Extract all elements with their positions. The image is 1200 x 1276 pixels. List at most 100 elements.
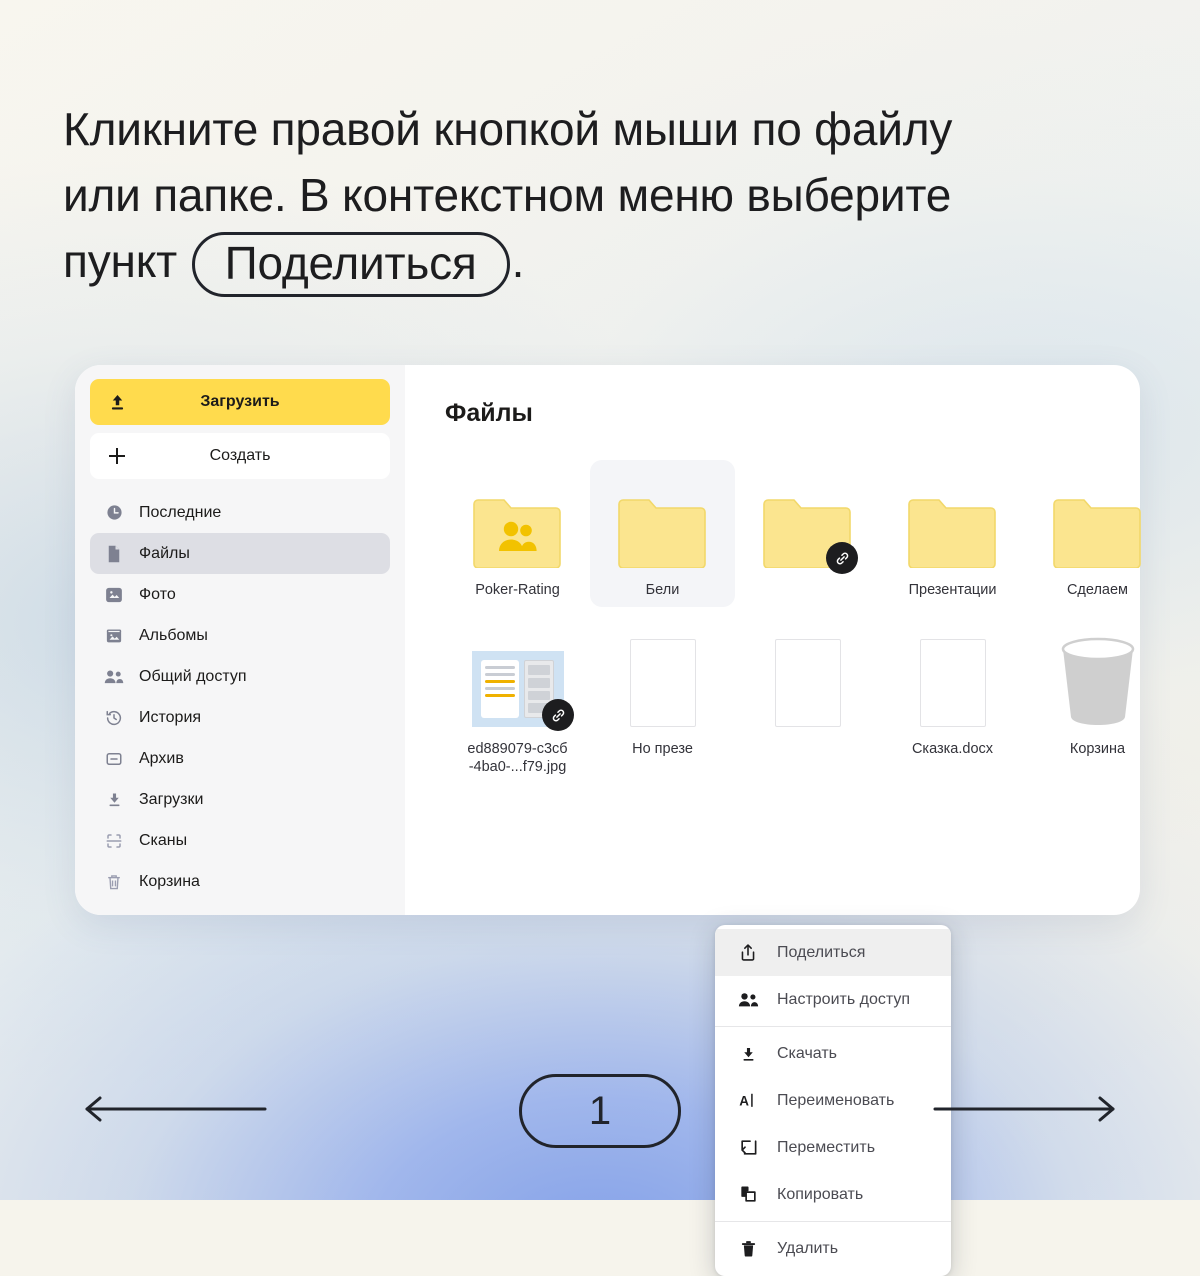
pagination: 1 — [0, 1074, 1200, 1148]
share-icon — [737, 943, 759, 962]
file-name — [735, 581, 880, 589]
upload-button[interactable]: Загрузить — [90, 379, 390, 425]
headline-line-3: пункт Поделиться. — [63, 228, 1063, 297]
sidebar-item-label: Общий доступ — [139, 667, 247, 685]
content-heading: Файлы — [445, 399, 533, 427]
headline-line-3-suffix: . — [511, 235, 525, 287]
sidebar-item-photos[interactable]: Фото — [90, 574, 390, 615]
sidebar-item-label: Фото — [139, 585, 176, 603]
file-icon — [102, 544, 126, 564]
file-name: Презентации — [908, 582, 997, 598]
sidebar-item-history[interactable]: История — [90, 697, 390, 738]
sidebar-item-label: Альбомы — [139, 626, 208, 644]
clock-icon — [102, 503, 126, 523]
sidebar-item-files[interactable]: Файлы — [90, 533, 390, 574]
history-icon — [102, 708, 126, 728]
document-file-tile[interactable] — [735, 619, 880, 784]
link-badge-icon — [542, 699, 574, 731]
context-menu-item-configure-access[interactable]: Настроить доступ — [715, 976, 951, 1023]
headline-line-2: или папке. В контекстном меню выберите — [63, 169, 952, 221]
folder-tile[interactable]: Бели — [590, 460, 735, 607]
document-icon — [735, 635, 880, 727]
sidebar-item-trash[interactable]: Корзина — [90, 861, 390, 902]
file-name — [735, 740, 880, 748]
sidebar-nav: Последние Файлы Фото Альбомы Общий досту… — [90, 492, 390, 902]
folder-tile[interactable]: Презентации — [880, 460, 1025, 607]
file-name: Бели — [645, 582, 680, 598]
context-menu-item-label: Скачать — [777, 1044, 837, 1062]
arrow-left-icon[interactable] — [83, 1094, 267, 1129]
file-name: Poker-Rating — [475, 582, 560, 598]
page-indicator: 1 — [519, 1074, 681, 1148]
sidebar-item-archive[interactable]: Архив — [90, 738, 390, 779]
headline-line-3-prefix: пункт — [63, 235, 190, 287]
document-file-tile[interactable]: Но презе — [590, 619, 735, 784]
trash-bin-icon — [1025, 635, 1170, 727]
trash-icon — [737, 1239, 759, 1258]
sidebar-item-recent[interactable]: Последние — [90, 492, 390, 533]
archive-icon — [102, 749, 126, 769]
people-icon — [737, 992, 759, 1008]
create-button[interactable]: Создать — [90, 433, 390, 479]
document-file-tile[interactable]: Сказка.docx — [880, 619, 1025, 784]
image-file-tile[interactable]: ed889079-c3cб -4ba0-...f79.jpg — [445, 619, 590, 784]
trash-icon — [102, 872, 126, 892]
context-menu-separator — [715, 1026, 951, 1027]
folder-tile[interactable] — [735, 460, 880, 607]
sidebar-item-label: Загрузки — [139, 790, 204, 808]
file-name: ed889079-c3cб -4ba0-...f79.jpg — [467, 741, 568, 775]
page-number: 1 — [588, 1088, 612, 1133]
context-menu-item-download[interactable]: Скачать — [715, 1030, 951, 1077]
copy-icon — [737, 1185, 759, 1204]
file-name: Но презе — [632, 741, 693, 757]
download-icon — [737, 1045, 759, 1063]
folder-icon — [590, 476, 735, 568]
context-menu-item-copy[interactable]: Копировать — [715, 1171, 951, 1218]
sidebar-item-scans[interactable]: Сканы — [90, 820, 390, 861]
image-thumbnail — [445, 635, 590, 731]
folder-shared-icon — [445, 476, 590, 568]
headline-line-1: Кликните правой кнопкой мыши по файлу — [63, 103, 953, 155]
sidebar-item-shared[interactable]: Общий доступ — [90, 656, 390, 697]
sidebar-item-label: Корзина — [139, 872, 200, 890]
sidebar-item-albums[interactable]: Альбомы — [90, 615, 390, 656]
sidebar-item-label: История — [139, 708, 202, 726]
folder-tile[interactable]: Poker-Rating — [445, 460, 590, 607]
folder-icon — [1025, 476, 1170, 568]
folder-icon — [880, 476, 1025, 568]
sidebar: Загрузить Создать Последние Файлы Фото А… — [75, 365, 405, 915]
sidebar-item-label: Файлы — [139, 544, 190, 562]
content-area: Файлы Poker-Rating Бели Презентации Сдел… — [405, 365, 1170, 915]
link-badge-icon — [826, 542, 858, 574]
arrow-right-icon[interactable] — [933, 1094, 1117, 1129]
app-window: Загрузить Создать Последние Файлы Фото А… — [75, 365, 1141, 1276]
file-grid-row-1: Poker-Rating Бели Презентации Сделаем — [445, 460, 1170, 607]
scan-icon — [102, 831, 126, 851]
context-menu-item-share[interactable]: Поделиться — [715, 929, 951, 976]
file-name: Сделаем — [1066, 582, 1129, 598]
albums-icon — [102, 626, 126, 646]
sidebar-item-downloads[interactable]: Загрузки — [90, 779, 390, 820]
context-menu-item-label: Поделиться — [777, 943, 866, 961]
context-menu-item-label: Копировать — [777, 1185, 864, 1203]
sidebar-item-label: Архив — [139, 749, 184, 767]
page-title: Кликните правой кнопкой мыши по файлу ил… — [63, 96, 1063, 297]
trash-tile[interactable]: Корзина — [1025, 619, 1170, 784]
context-menu-item-label: Настроить доступ — [777, 990, 911, 1008]
sidebar-item-label: Сканы — [139, 831, 188, 849]
file-name: Корзина — [1069, 741, 1126, 757]
document-icon — [590, 635, 735, 727]
context-menu-separator — [715, 1221, 951, 1222]
upload-icon — [104, 393, 130, 412]
upload-button-label: Загрузить — [200, 393, 280, 410]
context-menu-item-delete[interactable]: Удалить — [715, 1225, 951, 1272]
create-button-label: Создать — [209, 447, 271, 464]
document-icon — [880, 635, 1025, 727]
people-icon — [102, 667, 126, 687]
file-name: Сказка.docx — [911, 741, 994, 757]
download-icon — [102, 790, 126, 810]
share-highlight-pill: Поделиться — [191, 232, 510, 297]
photo-icon — [102, 585, 126, 605]
folder-tile[interactable]: Сделаем — [1025, 460, 1170, 607]
context-menu-item-label: Удалить — [777, 1239, 839, 1257]
